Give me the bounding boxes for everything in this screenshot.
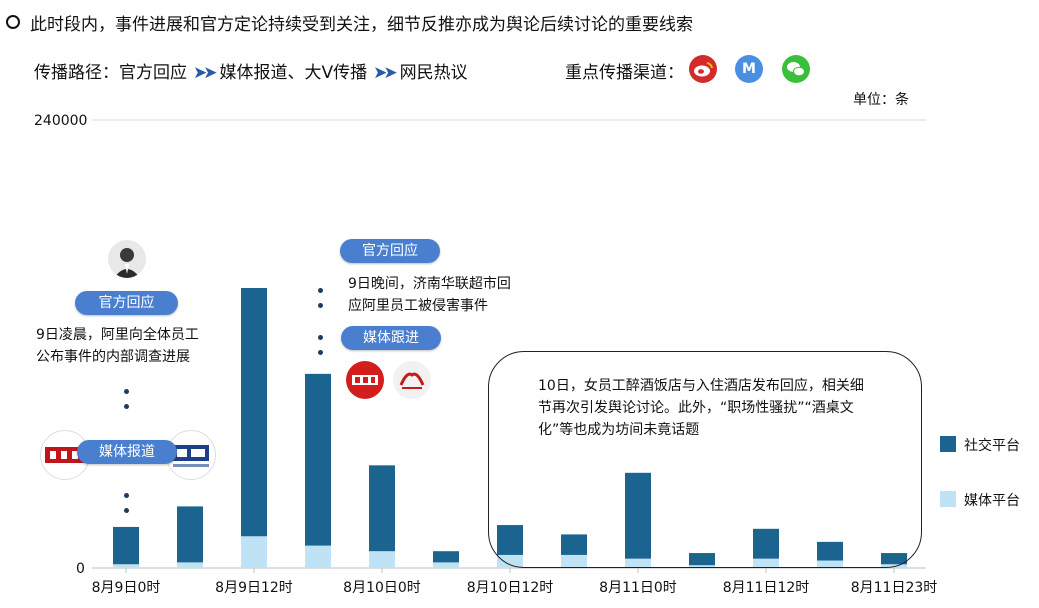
people-daily-logo (393, 361, 431, 399)
connector-dot (318, 350, 323, 355)
y-tick-max: 240000 (34, 113, 87, 129)
bar-media-0 (113, 564, 139, 568)
official-response-pill-2: 官方回应 (340, 239, 440, 263)
media-report-pill: 媒体报道 (77, 440, 177, 464)
bar-social-4 (369, 465, 395, 552)
media-follow-pill: 媒体跟进 (341, 326, 441, 350)
connector-dot (124, 404, 129, 409)
x-tick-label-2: 8月10日0时 (343, 580, 421, 596)
connector-dot (124, 389, 129, 394)
x-tick-label-0: 8月9日0时 (92, 580, 161, 596)
bar-social-2 (241, 288, 267, 537)
bar-media-2 (241, 536, 267, 568)
person-avatar (108, 240, 146, 278)
bar-media-3 (305, 545, 331, 568)
connector-dot (318, 288, 323, 293)
connector-dot (318, 303, 323, 308)
bar-social-3 (305, 373, 331, 546)
legend-swatch-media (940, 491, 956, 507)
bar-social-1 (177, 506, 203, 563)
bar-social-0 (113, 526, 139, 565)
x-tick-label-4: 8月11日0时 (599, 580, 677, 596)
note-aug9-dawn: 9日凌晨，阿里向全体员工 公布事件的内部调查进展 (36, 327, 199, 365)
connector-dot (318, 335, 323, 340)
legend-label-media: 媒体平台 (964, 493, 1020, 509)
bar-media-5 (433, 562, 459, 568)
note-aug9-evening: 9日晚间，济南华联超市回 应阿里员工被侵害事件 (348, 276, 511, 314)
x-ticks-group: 8月9日0时 8月9日12时 8月10日0时 8月10日12时 8月11日0时 8月11日… (92, 568, 938, 596)
official-response-pill-1: 官方回应 (75, 291, 178, 315)
x-tick-label-3: 8月10日12时 (467, 580, 554, 596)
media-logo-3 (346, 361, 384, 399)
connector-dot (124, 493, 129, 498)
x-tick-label-1: 8月9日12时 (215, 580, 293, 596)
callout-text: 10日，女员工醉酒饭店与入住酒店发布回应，相关细节再次引发舆论讨论。此外，“职场… (538, 378, 864, 438)
connector-dot (124, 508, 129, 513)
bar-media-4 (369, 551, 395, 568)
bar-media-1 (177, 562, 203, 568)
x-tick-label-5: 8月11日12时 (723, 580, 810, 596)
legend-swatch-social (940, 436, 956, 452)
legend-label-social: 社交平台 (964, 438, 1020, 454)
y-tick-zero: 0 (76, 561, 85, 577)
x-tick-label-6: 8月11日23时 (851, 580, 938, 596)
bar-social-5 (433, 551, 459, 563)
